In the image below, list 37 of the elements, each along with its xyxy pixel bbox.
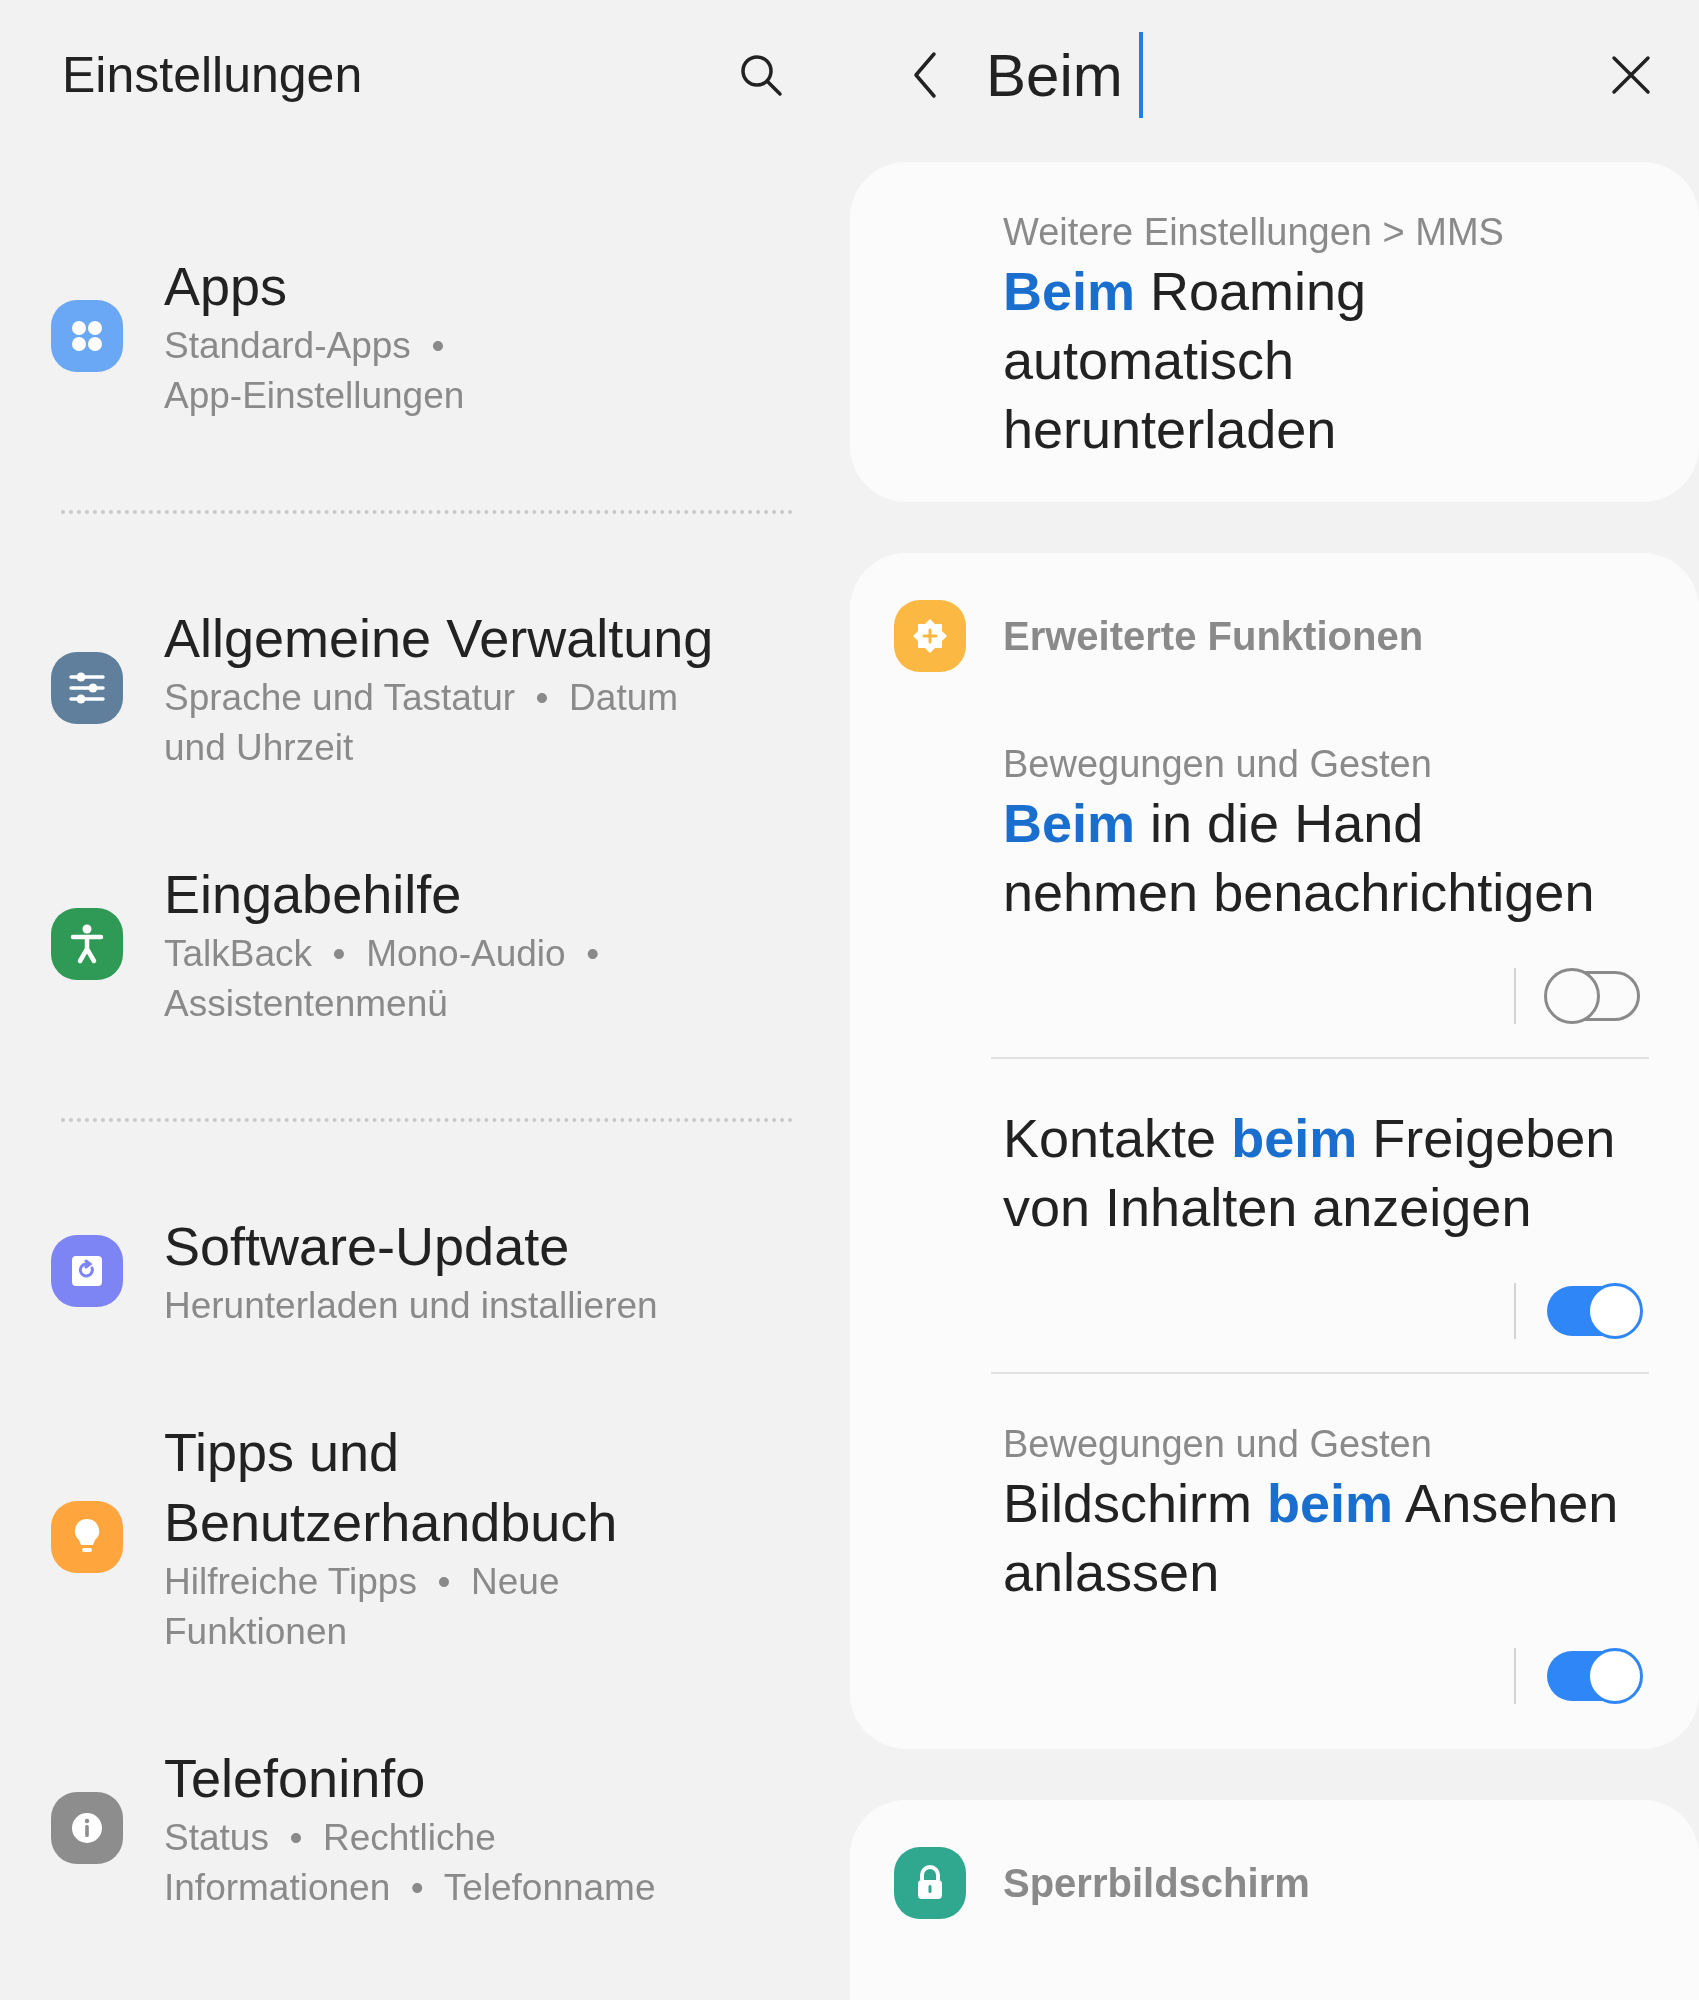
setting-title[interactable]: Allgemeine Verwaltung (164, 603, 714, 673)
back-button[interactable] (912, 51, 938, 99)
setting-description: Sprache und Tastatur • Datum und Uhrzeit (164, 676, 680, 770)
setting-title[interactable]: Eingabehilfe (164, 859, 600, 929)
update-icon (51, 1235, 123, 1307)
accessibility-icon (51, 908, 123, 980)
search-field[interactable]: Beim (986, 32, 1611, 118)
result-title[interactable]: Bildschirm beim Ansehen anlassen (1003, 1469, 1619, 1607)
setting-title[interactable]: Apps (164, 251, 465, 321)
category-label: Erweiterte Funktionen (1003, 613, 1424, 660)
setting-description: Hilfreiche Tipps • Neue Funktionen (164, 1560, 561, 1654)
result-path: Bewegungen und Gesten (1003, 742, 1433, 787)
search-icon (738, 52, 784, 98)
setting-title[interactable]: Telefoninfo (164, 1743, 656, 1813)
settings-title: Einstellungen (62, 46, 363, 104)
lock-icon (894, 1847, 966, 1919)
close-icon (1611, 55, 1651, 95)
close-button[interactable] (1611, 55, 1651, 95)
back-icon (912, 51, 938, 99)
setting-description: TalkBack • Mono-Audio • Assistentenmenü (164, 932, 600, 1026)
result-title[interactable]: Kontakte beim Freigeben von Inhalten anzeigen (1003, 1104, 1616, 1242)
setting-description: Herunterladen und installieren (164, 1284, 658, 1328)
setting-title[interactable]: Software-Update (164, 1211, 658, 1281)
lightbulb-icon (51, 1501, 123, 1573)
sliders-icon (51, 652, 123, 724)
result-path: Weitere Einstellungen > MMS (1003, 210, 1505, 255)
gear-icon (894, 600, 966, 672)
result-title[interactable]: Beim in die Hand nehmen benachrichtigen (1003, 789, 1595, 927)
setting-description: Standard-Apps • App-Einstellungen (164, 324, 465, 418)
search-button[interactable] (738, 52, 784, 98)
category-label: Sperrbildschirm (1003, 1860, 1310, 1907)
setting-title[interactable]: Tipps und Benutzerhandbuch (164, 1417, 618, 1557)
apps-icon (51, 300, 123, 372)
result-path: Bewegungen und Gesten (1003, 1422, 1433, 1467)
info-icon (51, 1792, 123, 1864)
result-title[interactable]: Beim Roaming automatisch herunterladen (1003, 257, 1367, 464)
setting-description: Status • Rechtliche Informationen • Telefonname (164, 1816, 656, 1910)
